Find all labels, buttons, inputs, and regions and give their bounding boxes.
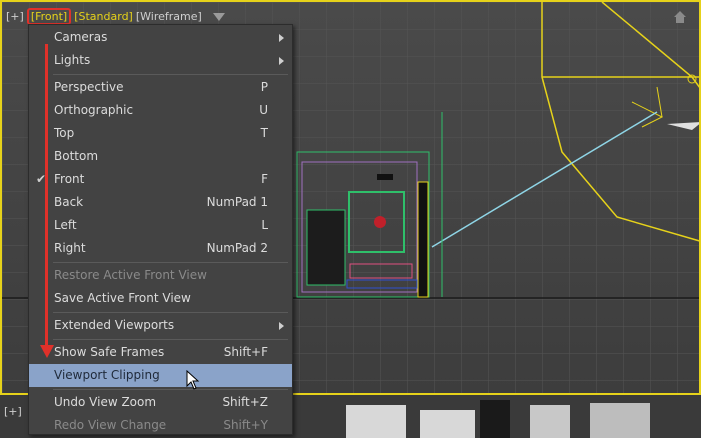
menu-item-left[interactable]: Left L [29, 214, 292, 237]
menu-item-label: Right [54, 241, 86, 255]
menu-item-label: Lights [54, 53, 91, 67]
viewport-display-menu[interactable]: [Wireframe] [136, 10, 202, 23]
menu-item-bottom[interactable]: Bottom [29, 145, 292, 168]
menu-item-label: Orthographic [54, 103, 134, 117]
menu-item-label: Top [54, 126, 75, 140]
menu-item-label: Front [54, 172, 85, 186]
menu-item-perspective[interactable]: Perspective P [29, 76, 292, 99]
annotation-arrow-head-icon [40, 345, 54, 358]
menu-item-orthographic[interactable]: Orthographic U [29, 99, 292, 122]
menu-item-front[interactable]: ✔ Front F [29, 168, 292, 191]
home-icon[interactable] [673, 10, 687, 24]
menu-item-redo-view-change: Redo View Change Shift+Y [29, 414, 292, 437]
menu-item-back[interactable]: Back NumPad 1 [29, 191, 292, 214]
submenu-arrow-icon [279, 34, 284, 42]
menu-item-show-safe-frames[interactable]: Show Safe Frames Shift+F [29, 341, 292, 364]
menu-item-shortcut: U [259, 103, 268, 117]
menu-item-shortcut: P [260, 80, 268, 94]
menu-item-extended-viewports[interactable]: Extended Viewports [29, 314, 292, 337]
menu-item-shortcut: Shift+F [223, 345, 268, 359]
menu-item-label: Viewport Clipping [54, 368, 160, 382]
menu-item-label: Bottom [54, 149, 99, 163]
menu-item-lights[interactable]: Lights [29, 49, 292, 72]
submenu-arrow-icon [279, 322, 284, 330]
viewport-view-menu[interactable]: [Front] [26, 8, 72, 25]
menu-item-label: Save Active Front View [54, 291, 191, 305]
menu-item-label: Perspective [54, 80, 124, 94]
menu-item-viewport-clipping[interactable]: Viewport Clipping [29, 364, 292, 387]
submenu-arrow-icon [279, 57, 284, 65]
menu-item-cameras[interactable]: Cameras [29, 26, 292, 49]
menu-item-label: Back [54, 195, 84, 209]
menu-item-right[interactable]: Right NumPad 2 [29, 237, 292, 260]
menu-item-shortcut: NumPad 2 [206, 241, 268, 255]
mouse-cursor-icon [186, 370, 200, 390]
menu-item-label: Show Safe Frames [54, 345, 165, 359]
scene-object [530, 405, 570, 438]
menu-item-undo-view-zoom[interactable]: Undo View Zoom Shift+Z [29, 391, 292, 414]
menu-item-shortcut: NumPad 1 [206, 195, 268, 209]
menu-separator [53, 74, 288, 75]
menu-item-label: Restore Active Front View [54, 268, 207, 282]
menu-separator [53, 312, 288, 313]
viewport-label: [+] [Front] [Standard] [Wireframe] [6, 8, 225, 25]
viewport-context-menu: Cameras Lights Perspective P Orthographi… [28, 24, 293, 435]
scene-object [590, 403, 650, 438]
scene-object [346, 405, 406, 438]
viewport-shading-menu[interactable]: [Standard] [74, 10, 133, 23]
menu-item-label: Left [54, 218, 77, 232]
filter-icon[interactable] [212, 12, 225, 21]
menu-item-shortcut: Shift+Z [222, 395, 268, 409]
menu-item-label: Cameras [54, 30, 108, 44]
scene-object [480, 400, 510, 438]
menu-separator [53, 262, 288, 263]
menu-item-restore-active-front-view: Restore Active Front View [29, 264, 292, 287]
menu-separator [53, 339, 288, 340]
menu-item-shortcut: F [261, 172, 268, 186]
menu-item-label: Undo View Zoom [54, 395, 157, 409]
annotation-arrow-line [45, 44, 48, 350]
viewport-plus-menu[interactable]: [+] [6, 10, 24, 23]
scene-object [420, 410, 475, 438]
menu-item-top[interactable]: Top T [29, 122, 292, 145]
menu-item-shortcut: L [261, 218, 268, 232]
menu-item-label: Extended Viewports [54, 318, 175, 332]
menu-item-shortcut: T [260, 126, 268, 140]
menu-item-save-active-front-view[interactable]: Save Active Front View [29, 287, 292, 310]
menu-separator [53, 389, 288, 390]
menu-item-shortcut: Shift+Y [223, 418, 268, 432]
menu-item-label: Redo View Change [54, 418, 167, 432]
bottom-viewport-label[interactable]: [+] [4, 405, 22, 418]
